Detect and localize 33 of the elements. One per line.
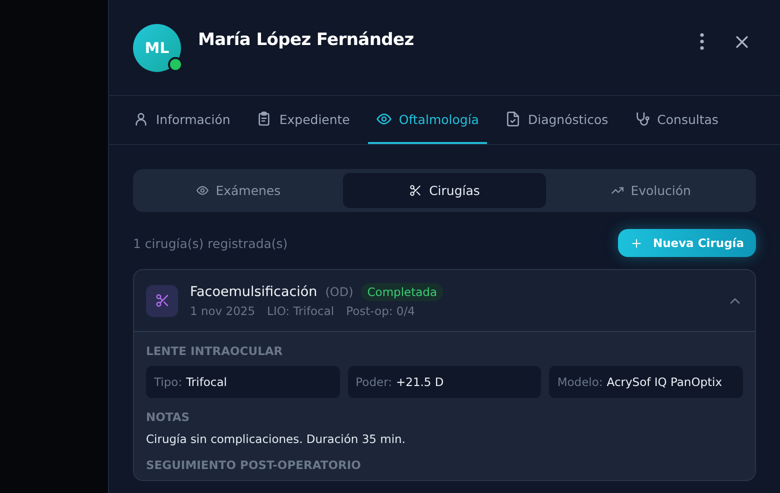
patient-name: María López Fernández (198, 30, 414, 50)
tab[interactable]: Expediente (248, 96, 358, 144)
sub-tab[interactable]: Exámenes (137, 173, 340, 208)
scissors-icon (154, 293, 170, 308)
status-badge: Completada (361, 283, 444, 301)
surgery-count: 1 cirugía(s) registrada(s) (133, 236, 288, 250)
sub-tab[interactable]: Evolución (550, 173, 752, 208)
surgery-date: 1 nov 2025 (190, 304, 256, 318)
eye-icon (196, 184, 209, 197)
surgery-name: Facoemulsificación (190, 284, 318, 300)
eye-label: (OD) (325, 285, 354, 299)
sub-tab[interactable]: Cirugías (343, 173, 546, 208)
lens-summary: LIO: Trifocal (267, 304, 334, 318)
notes-text: Cirugía sin complicaciones. Duración 35 min. (146, 432, 406, 446)
tab[interactable]: Oftalmología (368, 96, 487, 144)
more-icon (700, 33, 704, 50)
lens-field: Poder: +21.5 D (348, 366, 542, 398)
person-icon (133, 111, 149, 127)
avatar: ML (133, 24, 181, 72)
stethoscope-icon (634, 111, 650, 127)
lens-field: Tipo: Trifocal (146, 366, 340, 398)
section-heading: NOTAS (146, 410, 191, 424)
section-heading: SEGUIMIENTO POST-OPERATORIO (146, 458, 362, 472)
eye-icon (376, 111, 392, 127)
tab[interactable]: Consultas (626, 96, 726, 144)
section-heading: LENTE INTRAOCULAR (146, 344, 284, 358)
plus-icon (630, 236, 643, 250)
clipboard-icon (256, 111, 272, 127)
tab[interactable]: Diagnósticos (496, 96, 616, 144)
tab[interactable]: Información (125, 96, 238, 144)
lens-field: Modelo: AcrySof IQ PanOptix (549, 366, 743, 398)
scissors-icon (409, 184, 422, 197)
document-icon (504, 111, 521, 127)
